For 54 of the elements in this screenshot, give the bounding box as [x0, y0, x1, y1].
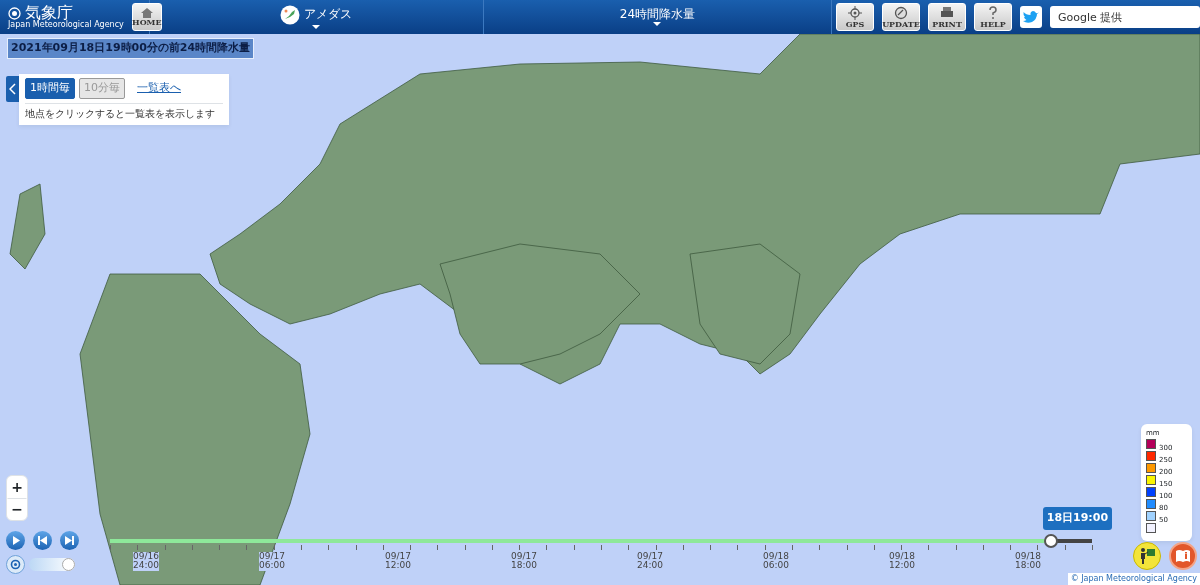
- play-button[interactable]: [6, 531, 25, 550]
- agency-name: 気象庁: [25, 5, 73, 21]
- play-icon: [11, 536, 20, 545]
- speed-slider[interactable]: [29, 558, 75, 571]
- bird-icon: [1023, 10, 1039, 24]
- skip-end-icon: [65, 536, 74, 545]
- dropdown-caret-icon: [653, 21, 662, 26]
- time-label: 09/16 24:00: [133, 552, 159, 571]
- help-button[interactable]: HELP: [974, 3, 1012, 31]
- zoom-in-button[interactable]: +: [7, 476, 27, 498]
- time-tooltip: 18日19:00: [1042, 507, 1113, 530]
- search-field[interactable]: Google 提供: [1050, 6, 1200, 28]
- house-icon: [140, 8, 153, 18]
- time-label: 09/18 12:00: [889, 552, 915, 571]
- time-label: 09/17 24:00: [637, 552, 663, 571]
- chevron-left-icon: [9, 83, 16, 95]
- skip-end-button[interactable]: [60, 531, 79, 550]
- gauge-icon: [894, 6, 908, 20]
- time-label: 09/18 06:00: [763, 552, 789, 571]
- skip-start-icon: [38, 536, 47, 545]
- gps-button[interactable]: GPS: [836, 3, 874, 31]
- element-menu[interactable]: 24時間降水量: [619, 8, 696, 26]
- slider-thumb[interactable]: [62, 558, 75, 571]
- loop-icon: [10, 559, 21, 570]
- manual-button[interactable]: [1169, 542, 1197, 570]
- home-button[interactable]: HOME: [131, 3, 162, 31]
- interval-tab[interactable]: 1時間毎: [25, 78, 75, 99]
- loop-button[interactable]: [6, 555, 25, 574]
- agency-subtitle: Japan Meteorological Agency: [8, 21, 124, 29]
- crosshair-icon: [848, 6, 862, 20]
- time-label: 09/17 06:00: [259, 552, 285, 571]
- japan-map-icon: [280, 5, 301, 25]
- guide-button[interactable]: [1133, 542, 1161, 570]
- map-title: 2021年09月18日19時00分の前24時間降水量: [7, 38, 255, 59]
- presenter-icon: [1138, 547, 1156, 565]
- panel-hint: 地点をクリックすると一覧表を表示します: [25, 106, 216, 121]
- book-icon: [1175, 549, 1191, 563]
- question-icon: [986, 6, 1000, 20]
- list-link[interactable]: 一覧表へ: [137, 80, 181, 97]
- time-label: 09/17 18:00: [511, 552, 537, 571]
- time-label: 09/17 12:00: [385, 552, 411, 571]
- print-button[interactable]: PRINT: [928, 3, 966, 31]
- time-label: 09/18 18:00: [1015, 552, 1041, 571]
- agency-logo-icon: [8, 6, 21, 20]
- update-button[interactable]: UPDATE: [882, 3, 920, 31]
- dropdown-caret-icon: [312, 25, 321, 29]
- copyright: © Japan Meteorological Agency: [1067, 573, 1200, 585]
- collapse-panel-button[interactable]: [6, 76, 19, 102]
- product-menu[interactable]: アメダス: [280, 5, 353, 29]
- skip-start-button[interactable]: [33, 531, 52, 550]
- timeline-thumb[interactable]: [1043, 534, 1058, 548]
- twitter-button[interactable]: [1020, 6, 1042, 28]
- printer-icon: [940, 6, 954, 20]
- zoom-out-button[interactable]: −: [7, 498, 27, 520]
